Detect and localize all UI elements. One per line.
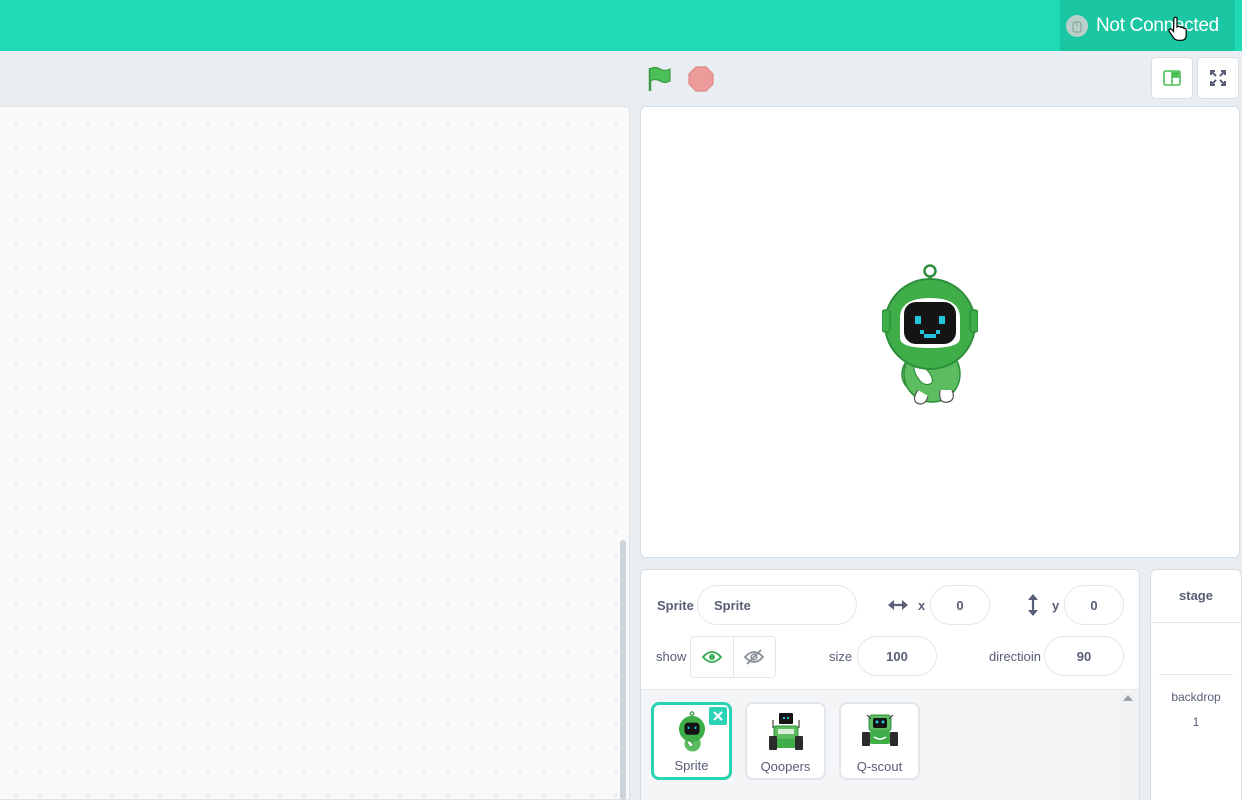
stage-toolbar [0,51,1242,106]
direction-input[interactable]: 90 [1044,636,1124,676]
sprite-tile-q-scout[interactable]: Q-scout [839,702,920,780]
horizontal-arrows-icon [888,600,908,610]
sprite-list: Sprite Qoopers Q-scout [641,689,1139,800]
show-hidden-button[interactable] [732,637,776,677]
q-scout-robot-thumbnail [861,714,898,746]
x-label: x [918,598,926,613]
sprite-tile-name: Sprite [674,758,709,773]
y-label: y [1052,598,1060,613]
fullscreen-button[interactable] [1197,57,1239,99]
menu-bar: Not Connected [0,0,1242,51]
eye-icon [701,651,722,663]
robot-sprite-thumbnail [678,711,705,752]
show-visible-button[interactable] [691,637,733,677]
x-input[interactable]: 0 [930,585,990,625]
eye-slash-icon [744,649,765,665]
divider [1151,622,1241,623]
connection-status-text: Not Connected [1096,14,1219,36]
sprite-name-input[interactable]: Sprite [697,585,857,625]
sprite-name-label: Sprite [657,598,694,613]
size-label: size [829,649,853,664]
backdrop-label: backdrop [1171,690,1221,704]
size-input[interactable]: 100 [857,636,937,676]
qoopers-robot-thumbnail [768,713,803,750]
stage-selector-panel[interactable]: stage backdrop 1 [1150,569,1242,800]
sprite-tile-qoopers[interactable]: Qoopers [745,702,826,780]
divider [1159,674,1233,675]
code-workspace[interactable] [0,106,630,800]
stage-title: stage [1179,588,1213,603]
scroll-up-icon[interactable] [1122,694,1134,702]
sprite-tile-sprite[interactable]: Sprite [651,702,732,780]
small-stage-mode-icon [1163,70,1181,86]
backdrop-count: 1 [1192,715,1200,729]
device-icon [1066,14,1088,37]
green-flag-icon[interactable] [646,65,674,93]
show-label: show [656,649,687,664]
delete-sprite-button[interactable] [709,707,727,725]
hand-cursor-icon [1168,16,1187,41]
robot-sprite[interactable] [882,262,978,407]
sprite-tile-name: Q-scout [856,759,903,774]
sprite-tile-name: Qoopers [760,759,811,774]
show-toggle-group [690,636,776,678]
y-input[interactable]: 0 [1064,585,1124,625]
direction-label: directioin [989,649,1042,664]
vertical-arrows-icon [1028,594,1038,616]
close-icon [713,711,723,721]
stage-canvas[interactable] [640,106,1240,558]
connection-button[interactable]: Not Connected [1060,0,1235,51]
small-stage-mode-button[interactable] [1151,57,1193,99]
fullscreen-icon [1210,70,1226,86]
code-scrollbar[interactable] [620,540,626,800]
stop-icon[interactable] [687,65,715,93]
sprite-info-panel: Sprite Sprite x 0 y 0 show size 100 dire… [640,569,1140,800]
sprite-list-scrollbar[interactable] [1119,690,1139,800]
